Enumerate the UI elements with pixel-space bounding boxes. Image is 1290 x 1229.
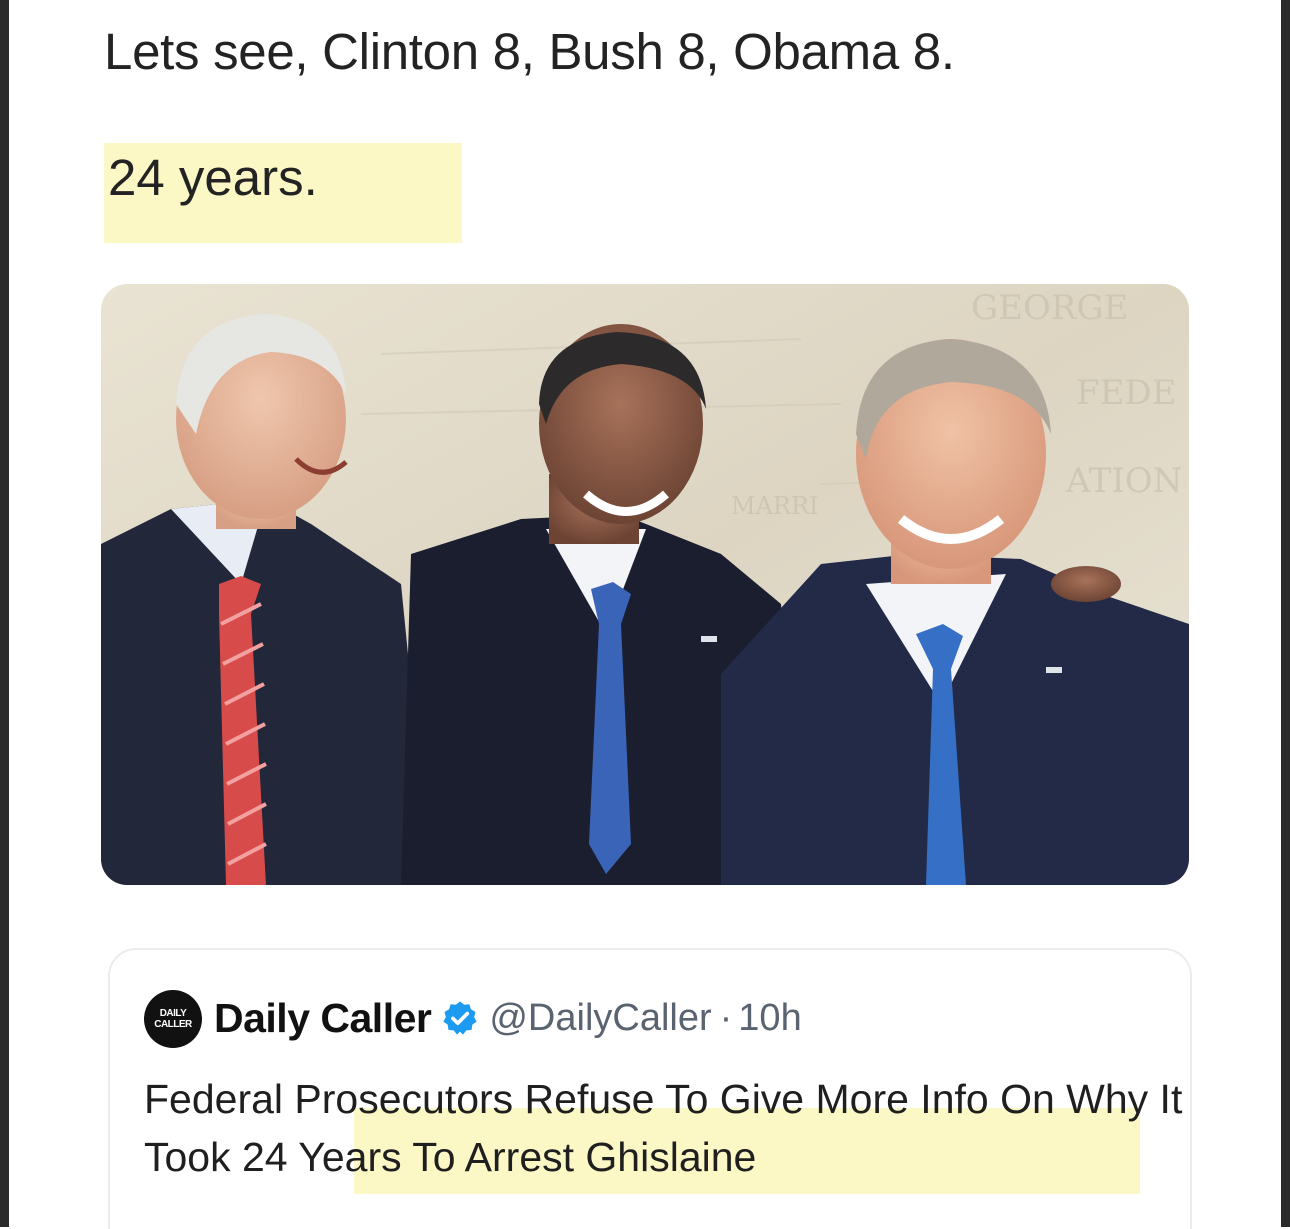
separator-dot: · [719,996,733,1039]
left-border [0,0,9,1227]
right-border [1281,0,1290,1227]
tweet-headline: Federal Prosecutors Refuse To Give More … [144,1070,1184,1186]
author-handle[interactable]: @DailyCaller [489,997,711,1040]
tweet-author-row: Daily Caller @DailyCaller · 10h [214,992,802,1044]
tweet-timestamp[interactable]: 10h [738,997,801,1040]
caption-line-2: 24 years. [108,149,318,206]
wall-text: ATION [1065,461,1182,501]
avatar-text: CALLER [154,1019,192,1030]
caption-line-1: Lets see, Clinton 8, Bush 8, Obama 8. [104,23,955,80]
wall-text: FEDE [1076,373,1177,413]
author-name[interactable]: Daily Caller [214,995,432,1042]
daily-caller-avatar[interactable]: DAILY CALLER [144,990,202,1048]
headline-text: Federal Prosecutors Refuse To Give More … [144,1076,1183,1122]
verified-badge-icon [443,1001,477,1035]
meme-screenshot: Lets see, Clinton 8, Bush 8, Obama 8. 24… [0,0,1290,1229]
wall-text: MARRI [731,492,819,520]
headline-highlighted-text: Took 24 Years To Arrest Ghislaine [144,1134,757,1180]
avatar-text: DAILY [159,1008,187,1019]
wall-text: GEORGE [971,288,1128,328]
presidents-photo: GEORGE FEDE ATION MARRI [101,284,1189,885]
